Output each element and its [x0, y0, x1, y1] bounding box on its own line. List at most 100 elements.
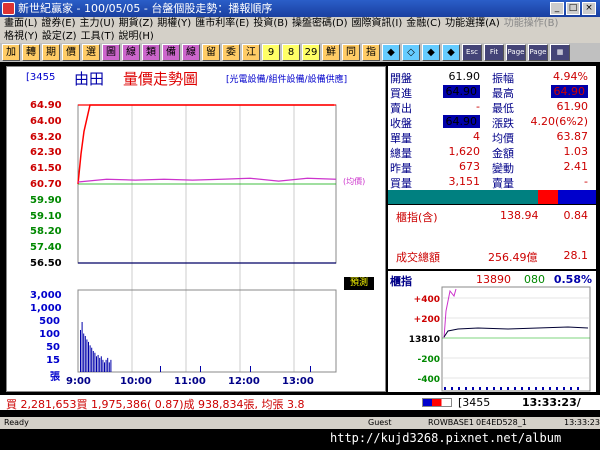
volume-bar — [108, 362, 110, 372]
mini-tick-label: +200 — [414, 315, 440, 325]
mini-volume-bar — [577, 387, 579, 390]
bid-segment — [538, 190, 558, 204]
volume-bar — [105, 359, 107, 372]
volume-bar — [110, 359, 112, 372]
mini-volume-bar — [458, 387, 460, 390]
price-tick-label: 64.00 — [30, 115, 62, 127]
status-server: ROWBASE1 — [428, 418, 474, 427]
status-session: 0E4ED528_1 — [476, 418, 527, 427]
mini-volume-bar — [500, 387, 502, 390]
quote-label: 收盤 — [390, 117, 412, 130]
turnover-label: 成交總額 — [396, 251, 440, 264]
status-bar: Ready Guest ROWBASE1 0E4ED528_1 13:33:23 — [0, 417, 600, 429]
price-tick-label: 60.70 — [30, 179, 62, 190]
quote-label: 賣出 — [390, 102, 412, 115]
volume-tick-label: 500 — [39, 316, 60, 327]
mini-volume-bar — [444, 387, 446, 390]
quote-row: 單量 4 均價 63.87 — [388, 130, 596, 145]
volume-bar — [160, 366, 161, 372]
volume-bar — [94, 352, 96, 372]
code-field[interactable]: [3455 — [458, 396, 490, 409]
price-tick-label: 56.50 — [30, 258, 62, 269]
quote-value: 4 — [473, 130, 480, 143]
index-change: 0.84 — [563, 209, 589, 222]
volume-frame — [77, 289, 337, 373]
quote-label: 買量 — [390, 177, 412, 190]
quote-label: 單量 — [390, 132, 412, 145]
time-tick-label: 12:00 — [228, 376, 260, 387]
quote-label-2: 振幅 — [492, 72, 514, 85]
volume-bar — [81, 322, 83, 372]
price-tick-label: 59.10 — [30, 210, 62, 222]
volume-tick-label: 1,000 — [30, 303, 62, 314]
status-ready: Ready — [4, 418, 29, 427]
index-value: 138.94 — [500, 209, 539, 222]
mini-volume-bar — [514, 387, 516, 390]
quote-row: 賣出 - 最低 61.90 — [388, 100, 596, 115]
price-series-line — [77, 104, 334, 185]
quote-value: 673 — [459, 160, 480, 173]
volume-bar — [310, 366, 311, 372]
clock: 13:33:23/ — [522, 396, 581, 409]
mini-tick-label: +400 — [414, 295, 440, 305]
volume-tick-label: 15 — [46, 355, 60, 366]
watermark-url: http://kujd3268.pixnet.net/album — [330, 431, 562, 445]
mini-tick-label: -400 — [417, 375, 440, 385]
quote-label: 昨量 — [390, 162, 412, 175]
volume-bar — [250, 366, 251, 372]
volume-tick-label: 50 — [46, 342, 60, 353]
quote-label-2: 最低 — [492, 102, 514, 115]
volume-bar — [100, 356, 102, 372]
volume-bar — [84, 335, 86, 372]
quote-panel: 開盤 61.90 振幅 4.94% 買進 64.90 最高 64.90 賣出 - 最低 61.90 收盤… — [388, 66, 596, 190]
quote-label-2: 最高 — [492, 87, 514, 100]
mini-chart-svg: +400 +200 13810 -200 -400 — [409, 286, 591, 392]
mini-volume-bar — [465, 387, 467, 390]
mini-volume-bar — [549, 387, 551, 390]
mini-tick-label: 13810 — [409, 335, 440, 345]
quote-value: 64.90 — [442, 115, 480, 128]
mini-index-line — [443, 326, 589, 338]
trade-summary: 買 2,281,653買 1,975,386( 0.87)成 938,834張,… — [6, 398, 305, 411]
quote-label-2: 漲跌 — [492, 117, 514, 130]
volume-bar — [86, 339, 88, 372]
quote-row: 總量 1,620 金額 1.03 — [388, 145, 596, 160]
mini-volume-bar — [472, 387, 474, 390]
mini-volume-bar — [493, 387, 495, 390]
mini-volume-bar — [535, 387, 537, 390]
time-tick-label: 11:00 — [174, 376, 206, 387]
quote-row: 昨量 673 變動 2.41 — [388, 160, 596, 175]
quote-label: 買進 — [390, 87, 412, 100]
mini-volume-bar — [528, 387, 530, 390]
avg-price-line — [77, 177, 337, 183]
price-tick-label: 63.20 — [30, 131, 62, 143]
volume-bar — [80, 329, 81, 372]
quote-row: 買進 64.90 最高 64.90 — [388, 85, 596, 100]
quote-row: 開盤 61.90 振幅 4.94% — [388, 70, 596, 85]
index-mini-chart: 櫃指 13890 080 0.58% +400 +200 13810 -200 -400 — [388, 271, 596, 392]
volume-bar — [92, 350, 94, 372]
quote-bar — [388, 190, 596, 204]
quote-value: - — [476, 100, 480, 113]
mini-volume-bar — [542, 387, 544, 390]
quote-value-2: 2.41 — [563, 160, 589, 173]
price-tick-label: 61.50 — [30, 163, 62, 175]
mini-volume-bar — [556, 387, 558, 390]
index-panel: 櫃指(含) 138.94 0.84 成交總額 256.49億 28.1 — [388, 205, 596, 269]
mini-volume-bar — [507, 387, 509, 390]
quote-value-2: 61.90 — [556, 100, 589, 113]
forecast-badge[interactable]: 預測 — [344, 277, 374, 290]
volume-bar — [89, 345, 91, 372]
volume-bar — [102, 359, 104, 372]
volume-bar — [104, 362, 105, 372]
volume-bar — [91, 347, 93, 372]
volume-bar — [99, 357, 101, 372]
mini-volume-bar — [570, 387, 572, 390]
volume-tick-label: 3,000 — [30, 290, 62, 301]
volume-tick-label: 張 — [50, 372, 60, 383]
quote-value: 1,620 — [448, 145, 481, 158]
mini-tick-label: -200 — [417, 355, 440, 365]
quote-value: 61.90 — [448, 70, 481, 83]
mini-volume-bar — [451, 387, 453, 390]
mini-volume-bar — [521, 387, 523, 390]
